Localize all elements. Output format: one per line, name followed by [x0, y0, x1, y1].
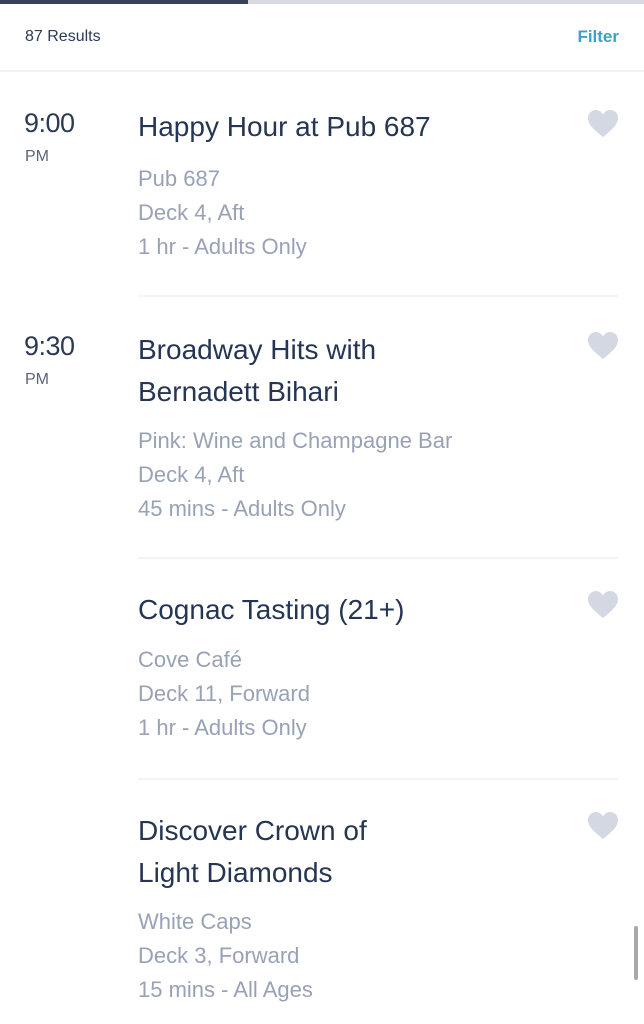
event-ampm: PM	[25, 148, 49, 165]
event-title-line: Bernadett Bihari	[138, 376, 339, 407]
results-count: 87 Results	[25, 28, 101, 45]
event-list: 9:00 PM Happy Hour at Pub 687 Pub 687 De…	[0, 72, 644, 1024]
heart-icon[interactable]	[587, 591, 619, 619]
event-duration: 1 hr - Adults Only	[138, 715, 307, 740]
heart-icon[interactable]	[587, 110, 619, 138]
event-title-line: Happy Hour at Pub 687	[138, 111, 431, 142]
event-duration: 1 hr - Adults Only	[138, 234, 307, 259]
event-venue: Pink: Wine and Champagne Bar	[138, 428, 453, 453]
event-venue: Cove Café	[138, 647, 242, 672]
event-venue: White Caps	[138, 909, 252, 934]
scrollbar[interactable]	[634, 926, 638, 980]
event-location: Deck 4, Aft	[138, 462, 245, 487]
event-duration: 15 mins - All Ages	[138, 977, 313, 1002]
event-title[interactable]: Discover Crown of Light Diamonds	[138, 810, 558, 894]
event-title[interactable]: Happy Hour at Pub 687	[138, 106, 558, 148]
event-ampm: PM	[25, 371, 49, 388]
event-title-line: Light Diamonds	[138, 857, 333, 888]
event-title[interactable]: Cognac Tasting (21+)	[138, 589, 558, 631]
event-time: 9:30	[24, 331, 75, 361]
event-location: Deck 3, Forward	[138, 943, 300, 968]
event-title-line: Discover Crown of	[138, 815, 367, 846]
event-title-line: Cognac Tasting (21+)	[138, 594, 405, 625]
event-venue: Pub 687	[138, 166, 220, 191]
event-list-item[interactable]: 9:00 PM Happy Hour at Pub 687 Pub 687 De…	[0, 72, 644, 297]
event-list-item[interactable]: 9:30 PM Broadway Hits with Bernadett Bih…	[0, 297, 644, 559]
event-location: Deck 4, Aft	[138, 200, 245, 225]
event-time: 9:00	[24, 108, 75, 138]
heart-icon[interactable]	[587, 332, 619, 360]
heart-icon[interactable]	[587, 812, 619, 840]
event-list-item[interactable]: Discover Crown of Light Diamonds White C…	[0, 780, 644, 1024]
event-title-line: Broadway Hits with	[138, 334, 377, 365]
event-list-item[interactable]: Cognac Tasting (21+) Cove Café Deck 11, …	[0, 559, 644, 780]
results-header: 87 Results Filter	[0, 4, 644, 70]
event-location: Deck 11, Forward	[138, 681, 310, 706]
event-duration: 45 mins - Adults Only	[138, 496, 346, 521]
filter-button[interactable]: Filter	[577, 27, 619, 47]
event-title[interactable]: Broadway Hits with Bernadett Bihari	[138, 329, 558, 413]
